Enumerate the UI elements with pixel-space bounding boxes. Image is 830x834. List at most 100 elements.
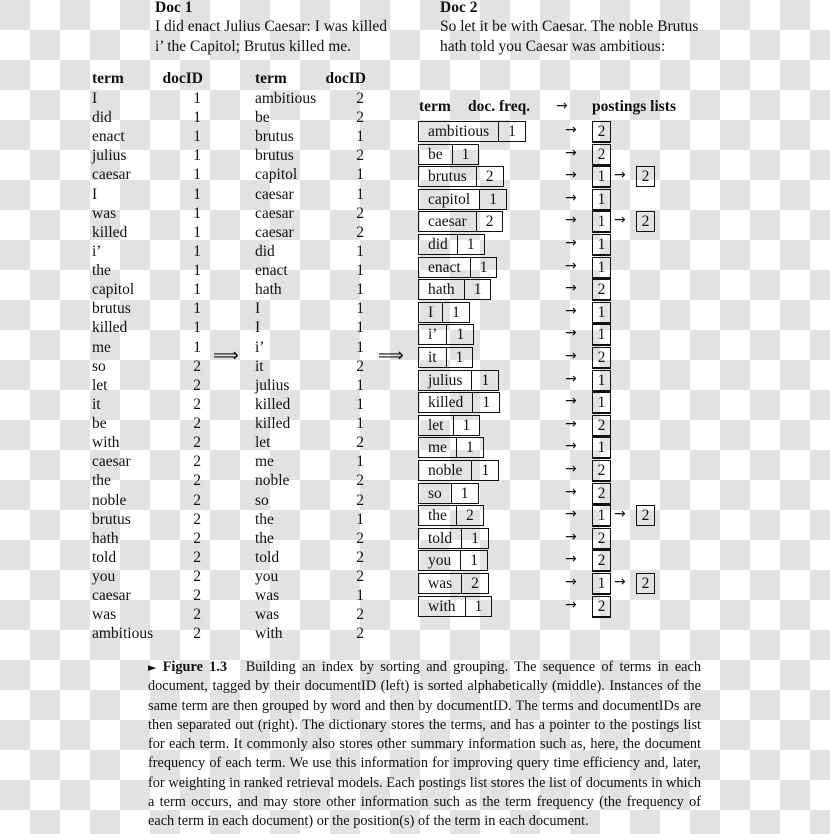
table-row: noble 2 <box>255 471 364 490</box>
docid-cell: 2 <box>193 568 201 585</box>
pointer-arrow-icon: → <box>565 189 577 206</box>
term-cell: caesar <box>92 453 131 471</box>
figure-label: Figure 1.3 <box>162 659 228 675</box>
docid-cell: 1 <box>193 128 201 146</box>
docid-cell: 1 <box>356 415 364 433</box>
document-frequency: 2 <box>485 213 494 231</box>
dictionary-term-box: you 1 <box>418 550 488 572</box>
document-frequency: 2 <box>465 507 474 525</box>
dictionary-term-box: did 1 <box>418 234 485 255</box>
posting-docid: 1 <box>592 392 611 415</box>
docid-cell: 1 <box>356 338 364 356</box>
posting-docid: 2 <box>636 166 655 188</box>
dictionary-term-box: i’ 1 <box>418 324 475 346</box>
table-row: told 2 <box>92 548 201 567</box>
term-cell: me <box>92 338 111 356</box>
docid-cell: 1 <box>356 453 364 471</box>
table-row: brutus 1 <box>92 299 201 318</box>
document-frequency: 1 <box>455 349 464 366</box>
docid-cell: 2 <box>193 606 201 624</box>
term-cell: brutus <box>92 300 131 318</box>
dictionary-entry: did 1 → 1 <box>418 234 678 256</box>
table-row: the 1 <box>255 510 364 529</box>
docid-cell: 2 <box>356 606 364 624</box>
middle-table: term docID ambitious 2 be 2 brutus 1 brutus 2 ca… <box>255 70 366 650</box>
doc-2-line-1: So let it be with Caesar. The noble Brut… <box>440 18 699 35</box>
term-cell: I <box>255 300 261 318</box>
term-cell: caesar <box>255 185 294 203</box>
posting-docid: 2 <box>592 527 611 550</box>
table-row: enact 1 <box>92 127 201 146</box>
table-row: me 1 <box>92 338 201 357</box>
posting-docid: 2 <box>592 347 611 369</box>
term-cell: hath <box>255 281 282 299</box>
docid-cell: 2 <box>356 529 364 547</box>
docid-cell: 2 <box>193 625 201 643</box>
dictionary-term: be <box>419 144 453 164</box>
docid-cell: 2 <box>193 376 201 394</box>
term-cell: noble <box>255 472 290 490</box>
dictionary-term: let <box>419 415 454 435</box>
docid-cell: 2 <box>193 510 201 528</box>
dictionary-term-box: me 1 <box>418 437 484 459</box>
term-cell: you <box>255 568 279 585</box>
docid-cell: 2 <box>356 90 364 107</box>
docid-cell: 1 <box>193 242 201 260</box>
term-cell: I <box>92 90 98 107</box>
pointer-arrow-icon: → <box>565 280 577 297</box>
posting-docid: 1 <box>592 505 611 528</box>
dictionary-term: hath <box>419 280 465 300</box>
left-table-header-docid: docID <box>162 70 203 87</box>
table-row: so 2 <box>255 491 364 510</box>
term-cell: was <box>255 587 280 605</box>
dictionary-term-box: was 2 <box>418 573 489 594</box>
pointer-arrow-icon: → <box>565 257 577 274</box>
pointer-arrow-icon: → <box>565 167 577 184</box>
posting-docid: 1 <box>592 437 611 460</box>
dictionary-term: me <box>419 438 457 458</box>
term-cell: hath <box>92 529 119 547</box>
dictionary-term-box: told 1 <box>418 527 489 549</box>
sort-arrow: ⟹ <box>213 345 239 366</box>
document-frequency: 1 <box>482 394 491 412</box>
next-posting-arrow-icon: → <box>614 167 626 184</box>
table-row: let 2 <box>92 376 201 395</box>
table-row: brutus 2 <box>255 146 364 165</box>
posting-docid: 1 <box>592 573 611 595</box>
dictionary-term: killed <box>419 393 474 413</box>
pointer-arrow-icon: → <box>565 415 577 432</box>
term-cell: did <box>92 109 112 127</box>
term-cell: so <box>92 357 106 375</box>
dictionary-term-box: julius 1 <box>418 369 500 391</box>
dictionary-term: noble <box>419 461 473 480</box>
posting-docid: 1 <box>592 188 611 211</box>
docid-cell: 1 <box>356 395 364 413</box>
next-posting-arrow-icon: → <box>614 574 626 590</box>
table-row: I1 <box>92 89 201 108</box>
term-cell: was <box>92 606 117 624</box>
middle-table-header-term: term <box>255 70 287 87</box>
docid-cell: 1 <box>356 185 364 203</box>
term-cell: caesar <box>92 166 131 184</box>
table-row: ambitious 2 <box>255 89 364 108</box>
dictionary-header-arrow: → <box>556 98 568 114</box>
posting-docid: 1 <box>592 256 611 279</box>
term-cell: so <box>255 491 269 509</box>
next-posting-arrow-icon: → <box>614 506 626 523</box>
term-cell: told <box>92 548 117 566</box>
dictionary-entry: so 1 → 2 <box>418 482 678 505</box>
table-row: caesar 2 <box>255 223 364 242</box>
caption-text: Building an index by sorting and groupin… <box>148 659 701 830</box>
docid-cell: 2 <box>356 625 364 643</box>
term-cell: ambitious <box>255 90 317 107</box>
next-posting-arrow-icon: → <box>614 212 626 229</box>
dictionary-entry: I 1 → 1 <box>418 301 678 324</box>
table-row: killed 1 <box>92 318 201 337</box>
doc-1-title: Doc 1 <box>155 0 193 16</box>
posting-docid: 2 <box>636 573 655 594</box>
dictionary-term-box: the 2 <box>418 505 484 527</box>
document-frequency: 1 <box>452 303 460 321</box>
term-cell: me <box>255 453 274 471</box>
term-cell: killed <box>92 319 128 337</box>
docid-cell: 2 <box>193 357 201 375</box>
